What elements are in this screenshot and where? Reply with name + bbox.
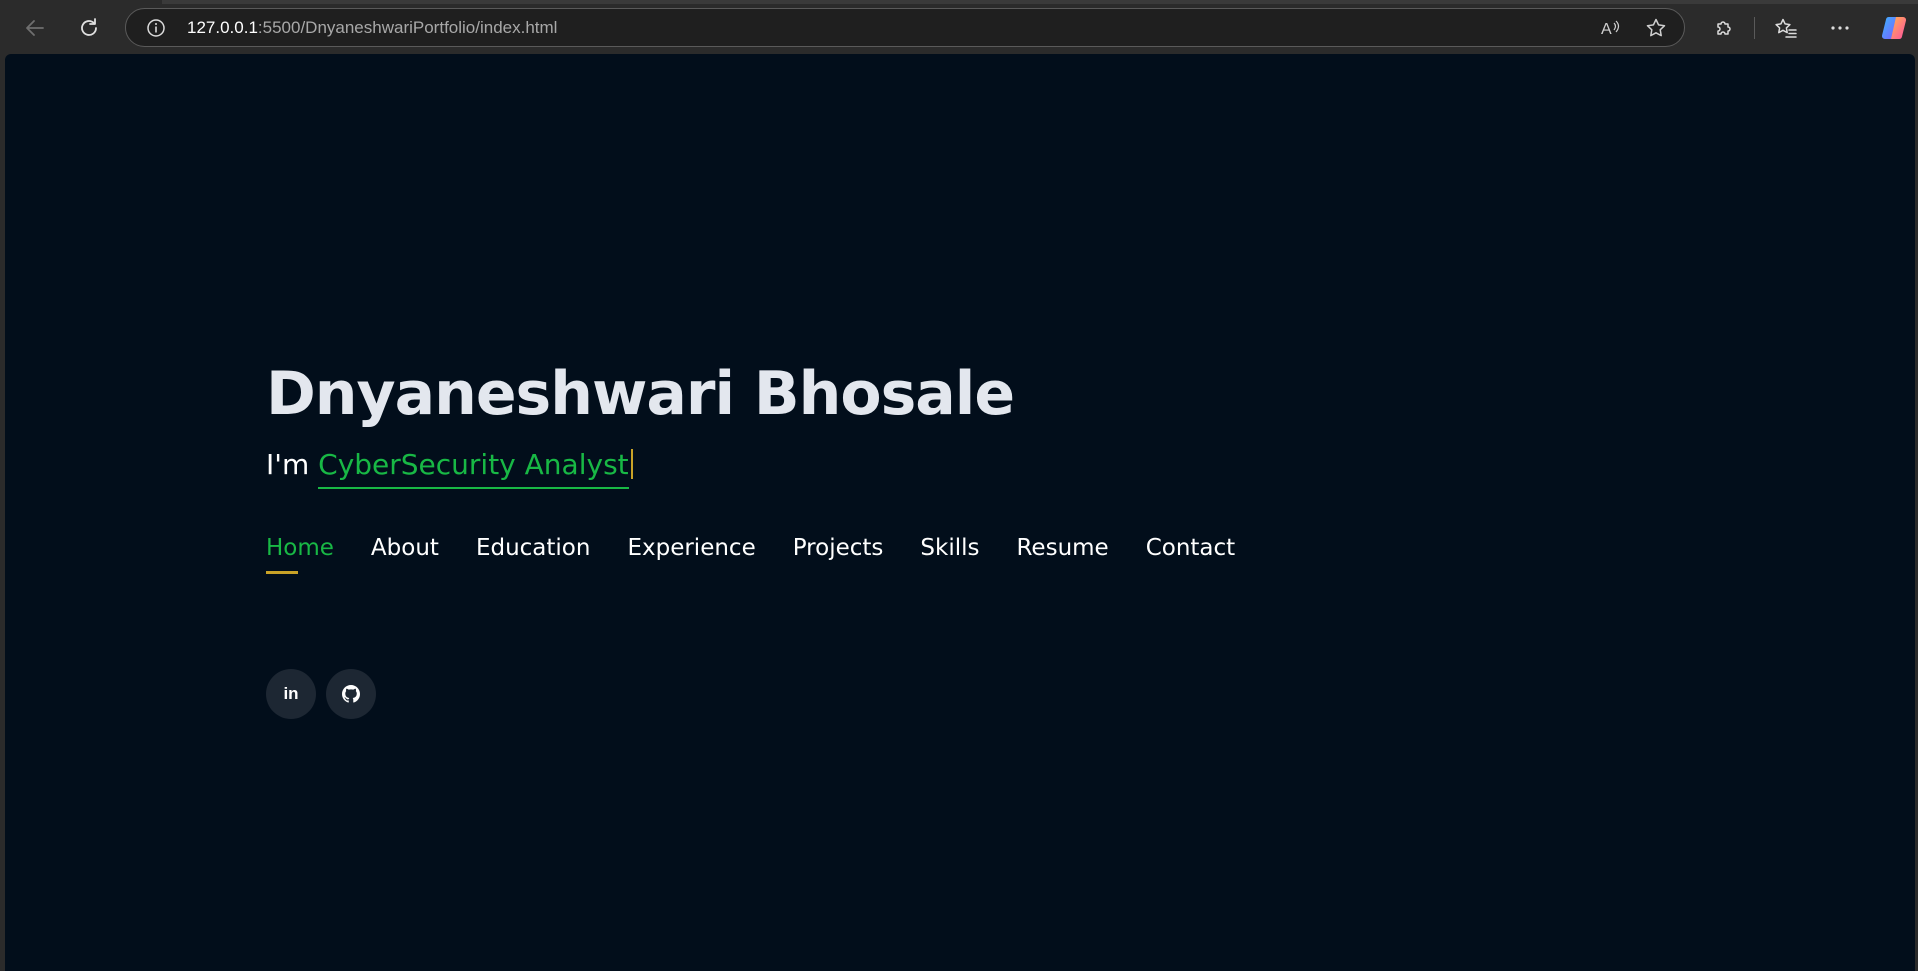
extensions-button[interactable] [1706,10,1742,46]
puzzle-icon [1717,21,1731,35]
nav-skills[interactable]: Skills [920,532,979,578]
url-path: :5500/DnyaneshwariPortfolio/index.html [257,18,558,37]
copilot-button[interactable] [1876,10,1912,46]
back-arrow-icon [26,20,44,36]
nav-experience[interactable]: Experience [627,532,755,578]
read-aloud-icon[interactable]: A [1598,16,1622,40]
active-tab-edge [0,0,162,4]
info-icon[interactable] [146,18,166,38]
nav-home[interactable]: Home [266,532,334,578]
tagline-prefix: I'm [266,448,319,481]
linkedin-icon: in [283,684,299,703]
favorites-button[interactable] [1768,10,1804,46]
favorites-list-icon [1775,18,1797,38]
page-viewport: Dnyaneshwari Bhosale I'm CyberSecurity A… [5,54,1915,971]
more-button[interactable] [1822,10,1858,46]
star-icon[interactable] [1644,16,1668,40]
nav-about[interactable]: About [371,532,439,578]
toolbar-divider [1754,17,1755,39]
nav-contact[interactable]: Contact [1146,532,1235,578]
github-button[interactable] [326,669,376,719]
tab-strip-edge [0,0,1918,4]
nav-education[interactable]: Education [476,532,591,578]
typed-role: CyberSecurity Analyst [318,445,629,489]
nav-projects[interactable]: Projects [793,532,884,578]
refresh-button[interactable] [71,10,107,46]
back-button[interactable] [17,10,53,46]
copilot-icon [1881,16,1907,40]
typing-cursor [630,449,633,479]
social-links: in [266,669,376,719]
linkedin-button[interactable]: in [266,669,316,719]
refresh-icon [81,18,97,36]
url-text[interactable]: 127.0.0.1:5500/DnyaneshwariPortfolio/ind… [187,17,557,39]
hero-name: Dnyaneshwari Bhosale [266,359,1015,429]
nav-resume[interactable]: Resume [1016,532,1108,578]
more-icon [1831,26,1849,30]
github-icon [342,685,360,703]
svg-text:A: A [1601,21,1612,38]
hero-tagline: I'm CyberSecurity Analyst [266,445,633,489]
url-host: 127.0.0.1 [187,18,258,37]
browser-toolbar: 127.0.0.1:5500/DnyaneshwariPortfolio/ind… [0,0,1918,54]
address-bar[interactable]: 127.0.0.1:5500/DnyaneshwariPortfolio/ind… [125,8,1685,47]
main-nav: Home About Education Experience Projects… [266,532,1235,578]
